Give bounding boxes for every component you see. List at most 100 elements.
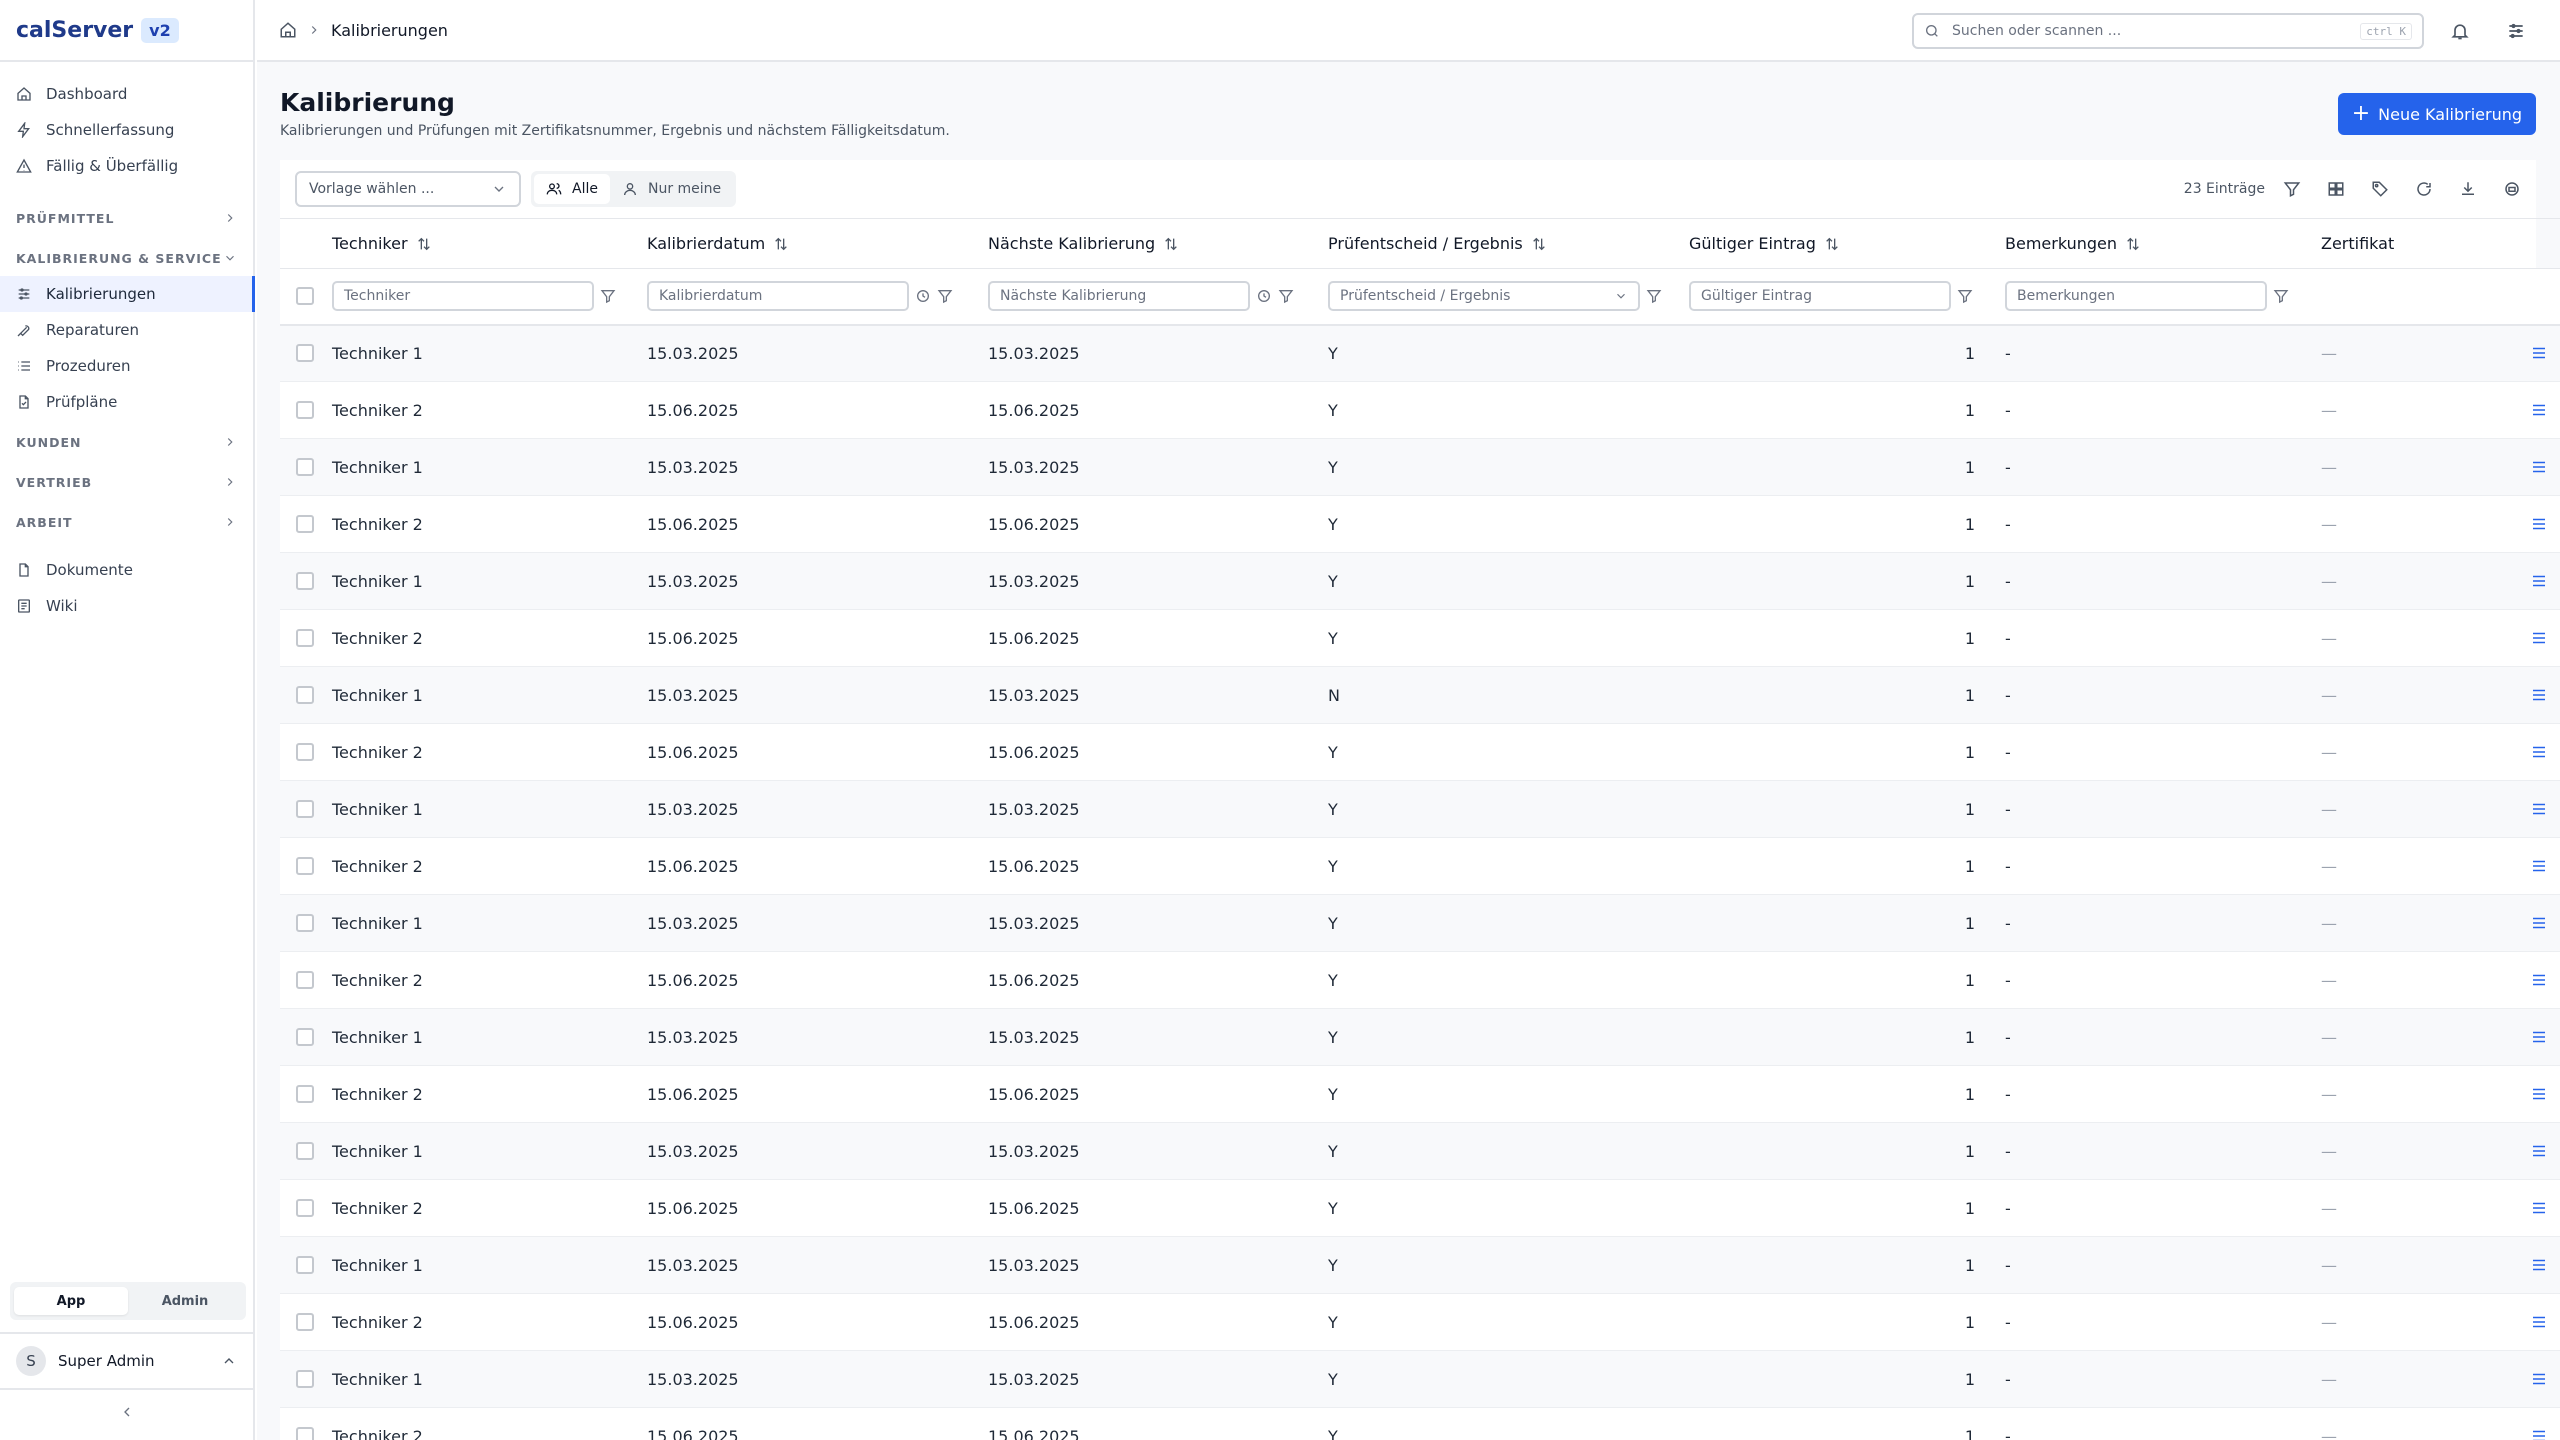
row-checkbox[interactable]	[296, 1256, 314, 1274]
table-row[interactable]: Techniker 1 15.03.2025 15.03.2025 Y 1- —	[280, 1008, 2560, 1066]
columns-icon[interactable]	[2327, 180, 2345, 198]
row-menu-icon[interactable]	[2530, 1142, 2548, 1160]
refresh-icon[interactable]	[2415, 180, 2433, 198]
filter-input-naechste-kalibrierung[interactable]: Nächste Kalibrierung	[988, 281, 1250, 312]
sort-icon[interactable]	[1531, 236, 1547, 252]
home-icon[interactable]	[279, 21, 297, 39]
row-checkbox[interactable]	[296, 1085, 314, 1103]
row-checkbox[interactable]	[296, 629, 314, 647]
table-row[interactable]: Techniker 1 15.03.2025 15.03.2025 Y 1- —	[280, 552, 2560, 610]
clock-icon[interactable]	[1256, 288, 1272, 304]
row-menu-icon[interactable]	[2530, 1370, 2548, 1388]
sort-icon[interactable]	[1163, 236, 1179, 252]
row-checkbox[interactable]	[296, 743, 314, 761]
row-checkbox[interactable]	[296, 344, 314, 363]
row-checkbox[interactable]	[296, 1313, 314, 1331]
filter-icon[interactable]	[1957, 288, 1973, 304]
row-checkbox[interactable]	[296, 800, 314, 818]
sidebar-item-dokumente[interactable]: Dokumente	[0, 552, 253, 588]
table-row[interactable]: Techniker 1 15.03.2025 15.03.2025 Y 1- —	[280, 894, 2560, 952]
sidebar-item-prozeduren[interactable]: Prozeduren	[0, 348, 253, 384]
table-row[interactable]: Techniker 1 15.03.2025 15.03.2025 Y 1- —	[280, 1122, 2560, 1180]
tag-icon[interactable]	[2371, 180, 2389, 198]
row-checkbox[interactable]	[296, 914, 314, 932]
clock-icon[interactable]	[915, 288, 931, 304]
sidebar-section-kalibrierung[interactable]: KALIBRIERUNG & SERVICE	[0, 240, 253, 276]
column-header-kalibrierdatum[interactable]: Kalibrierdatum	[647, 218, 988, 269]
table-row[interactable]: Techniker 2 15.06.2025 15.06.2025 Y 1- —	[280, 495, 2560, 553]
row-checkbox[interactable]	[296, 572, 314, 590]
row-menu-icon[interactable]	[2530, 401, 2548, 419]
bell-icon[interactable]	[2450, 21, 2470, 41]
print-icon[interactable]	[2503, 180, 2521, 198]
row-menu-icon[interactable]	[2530, 1085, 2548, 1103]
sidebar-section-arbeit[interactable]: ARBEIT	[0, 504, 253, 540]
sidebar-item-pruefplaene[interactable]: Prüfpläne	[0, 384, 253, 420]
row-menu-icon[interactable]	[2530, 800, 2548, 818]
table-row[interactable]: Techniker 2 15.06.2025 15.06.2025 Y 1- —	[280, 837, 2560, 895]
row-menu-icon[interactable]	[2530, 857, 2548, 875]
row-menu-icon[interactable]	[2530, 1028, 2548, 1046]
sort-icon[interactable]	[416, 236, 432, 252]
row-checkbox[interactable]	[296, 515, 314, 533]
table-row[interactable]: Techniker 1 15.03.2025 15.03.2025 Y 1- —	[280, 1236, 2560, 1294]
filter-input-bemerkungen[interactable]: Bemerkungen	[2005, 281, 2267, 312]
sidebar-item-reparaturen[interactable]: Reparaturen	[0, 312, 253, 348]
row-menu-icon[interactable]	[2530, 1313, 2548, 1331]
sort-icon[interactable]	[1824, 236, 1840, 252]
sidebar-item-schnellerfassung[interactable]: Schnellerfassung	[0, 112, 253, 148]
row-menu-icon[interactable]	[2530, 686, 2548, 704]
row-menu-icon[interactable]	[2530, 515, 2548, 533]
sidebar-section-vertrieb[interactable]: VERTRIEB	[0, 464, 253, 500]
filter-icon[interactable]	[2273, 288, 2289, 304]
filter-input-techniker[interactable]: Techniker	[332, 281, 594, 312]
filter-input-kalibrierdatum[interactable]: Kalibrierdatum	[647, 281, 909, 312]
filter-icon[interactable]	[937, 288, 953, 304]
row-checkbox[interactable]	[296, 971, 314, 989]
row-menu-icon[interactable]	[2530, 572, 2548, 590]
table-row[interactable]: Techniker 1 15.03.2025 15.03.2025 Y 1- —	[280, 438, 2560, 496]
column-header-naechste-kalibrierung[interactable]: Nächste Kalibrierung	[988, 218, 1328, 269]
column-header-gueltiger-eintrag[interactable]: Gültiger Eintrag	[1689, 218, 2005, 269]
table-row[interactable]: Techniker 2 15.06.2025 15.06.2025 Y 1- —	[280, 609, 2560, 667]
row-menu-icon[interactable]	[2530, 1256, 2548, 1274]
brand[interactable]: calServer v2	[0, 0, 253, 62]
row-checkbox[interactable]	[296, 401, 314, 419]
mode-admin-button[interactable]: Admin	[128, 1287, 242, 1315]
row-menu-icon[interactable]	[2530, 1427, 2548, 1440]
sidebar-item-faellig[interactable]: Fällig & Überfällig	[0, 148, 253, 184]
filter-icon[interactable]	[2283, 180, 2301, 198]
table-row[interactable]: Techniker 2 15.06.2025 15.06.2025 Y 1- —	[280, 1407, 2560, 1440]
row-checkbox[interactable]	[296, 1370, 314, 1388]
filter-icon[interactable]	[1278, 288, 1294, 304]
table-row[interactable]: Techniker 2 15.06.2025 15.06.2025 Y 1- —	[280, 723, 2560, 781]
filter-icon[interactable]	[1646, 288, 1662, 304]
table-row[interactable]: Techniker 1 15.03.2025 15.03.2025 Y 1- —	[280, 324, 2560, 382]
row-menu-icon[interactable]	[2530, 629, 2548, 647]
download-icon[interactable]	[2459, 180, 2477, 198]
row-menu-icon[interactable]	[2530, 914, 2548, 932]
sort-icon[interactable]	[773, 236, 789, 252]
column-header-ergebnis[interactable]: Prüfentscheid / Ergebnis	[1328, 218, 1689, 269]
table-row[interactable]: Techniker 2 15.06.2025 15.06.2025 Y 1- —	[280, 951, 2560, 1009]
select-all-checkbox[interactable]	[296, 287, 314, 306]
filter-select-ergebnis[interactable]: Prüfentscheid / Ergebnis	[1328, 281, 1640, 312]
sidebar-item-wiki[interactable]: Wiki	[0, 588, 253, 624]
table-row[interactable]: Techniker 1 15.03.2025 15.03.2025 Y 1- —	[280, 780, 2560, 838]
row-checkbox[interactable]	[296, 1427, 314, 1440]
row-checkbox[interactable]	[296, 686, 314, 704]
table-row[interactable]: Techniker 1 15.03.2025 15.03.2025 Y 1- —	[280, 1350, 2560, 1408]
row-menu-icon[interactable]	[2530, 458, 2548, 476]
filter-all-button[interactable]: Alle	[534, 174, 610, 204]
table-row[interactable]: Techniker 1 15.03.2025 15.03.2025 N 1- —	[280, 666, 2560, 724]
collapse-sidebar-button[interactable]	[0, 1404, 253, 1428]
new-calibration-button[interactable]: + Neue Kalibrierung	[2337, 93, 2536, 135]
column-header-techniker[interactable]: Techniker	[332, 218, 647, 269]
search-input[interactable]: Suchen oder scannen ... ctrl K	[1912, 13, 2424, 49]
sidebar-section-kunden[interactable]: KUNDEN	[0, 424, 253, 460]
filter-icon[interactable]	[600, 288, 616, 304]
table-row[interactable]: Techniker 2 15.06.2025 15.06.2025 Y 1- —	[280, 1065, 2560, 1123]
column-header-bemerkungen[interactable]: Bemerkungen	[2005, 218, 2321, 269]
row-menu-icon[interactable]	[2530, 344, 2548, 362]
sidebar-section-pruefmittel[interactable]: PRÜFMITTEL	[0, 200, 253, 236]
